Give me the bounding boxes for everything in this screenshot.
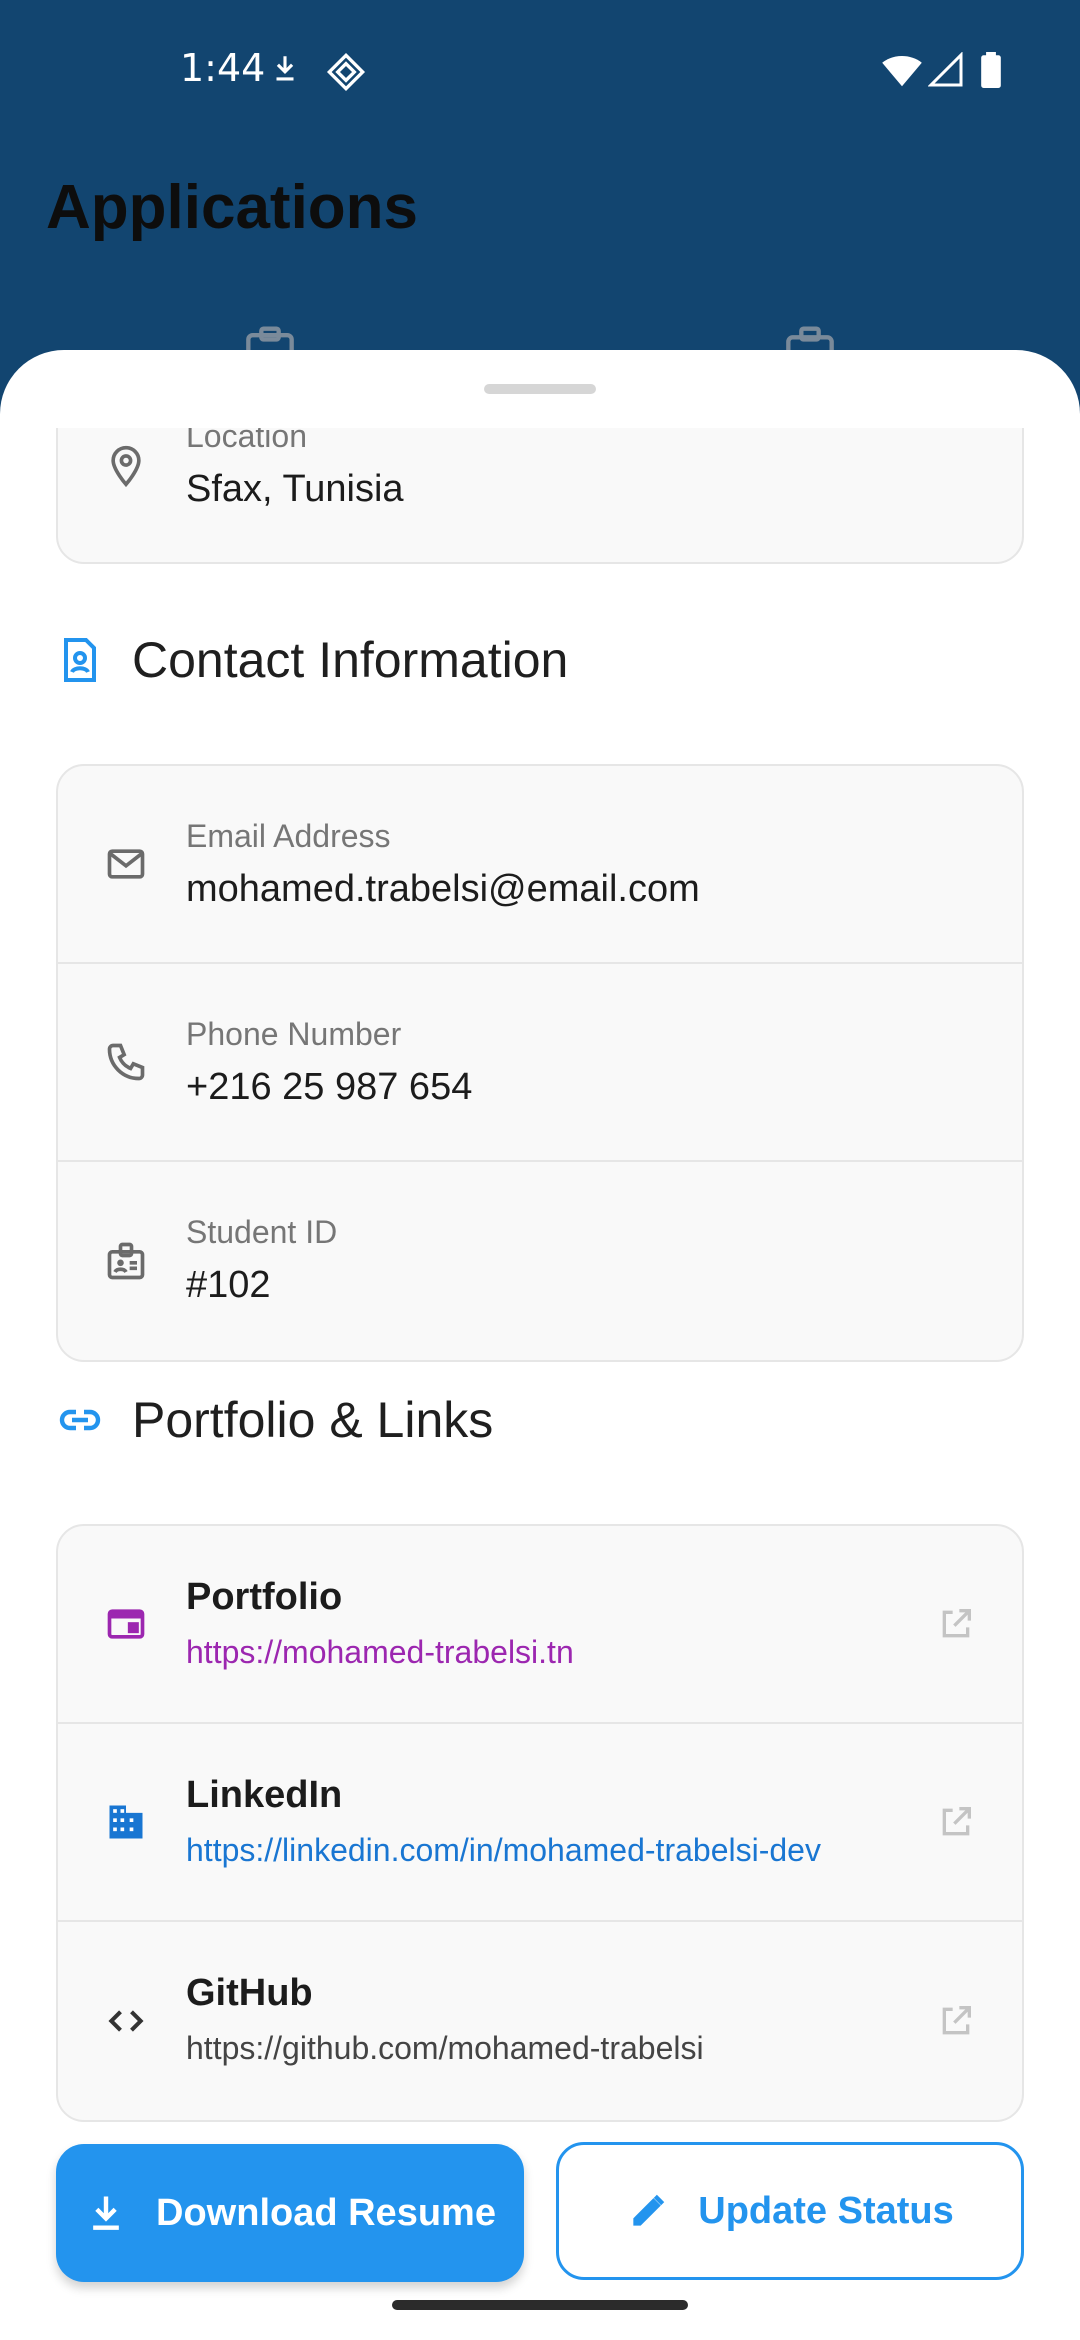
link-url[interactable]: https://mohamed-trabelsi.tn xyxy=(186,1634,574,1671)
link-title: LinkedIn xyxy=(186,1774,343,1816)
email-value: mohamed.trabelsi@email.com xyxy=(186,868,700,910)
contact-card: Email Address mohamed.trabelsi@email.com… xyxy=(56,764,1024,1362)
phone-row[interactable]: Phone Number +216 25 987 654 xyxy=(58,964,1022,1162)
download-icon xyxy=(84,2191,128,2235)
location-pin-icon xyxy=(104,444,148,488)
phone-value: +216 25 987 654 xyxy=(186,1066,473,1108)
web-icon xyxy=(104,1602,148,1646)
gesture-navigation-bar[interactable] xyxy=(392,2300,688,2310)
battery-icon xyxy=(980,52,1002,88)
download-resume-button[interactable]: Download Resume xyxy=(56,2144,524,2282)
contact-section-header: Contact Information xyxy=(56,628,568,692)
badge-icon xyxy=(104,1239,148,1283)
link-title: GitHub xyxy=(186,1972,313,2014)
edit-icon xyxy=(626,2189,670,2233)
link-url[interactable]: https://github.com/mohamed-trabelsi xyxy=(186,2030,704,2067)
links-card: Portfolio https://mohamed-trabelsi.tn Li… xyxy=(56,1524,1024,2122)
app-notification-icon xyxy=(326,52,366,92)
location-row: Location Sfax, Tunisia xyxy=(58,428,1022,562)
student-id-value: #102 xyxy=(186,1264,271,1306)
link-url[interactable]: https://linkedin.com/in/mohamed-trabelsi… xyxy=(186,1832,821,1869)
code-icon xyxy=(104,1999,148,2043)
links-section-header: Portfolio & Links xyxy=(56,1388,493,1452)
drag-handle[interactable] xyxy=(484,384,596,394)
link-row-github[interactable]: GitHub https://github.com/mohamed-trabel… xyxy=(58,1922,1022,2120)
phone-icon xyxy=(104,1040,148,1084)
links-section-title: Portfolio & Links xyxy=(132,1392,494,1448)
open-in-new-icon[interactable] xyxy=(936,1802,976,1842)
location-card: Location Sfax, Tunisia xyxy=(56,428,1024,564)
location-label: Location xyxy=(186,428,307,454)
page-title: Applications xyxy=(46,173,419,242)
email-row[interactable]: Email Address mohamed.trabelsi@email.com xyxy=(58,766,1022,964)
link-row-linkedin[interactable]: LinkedIn https://linkedin.com/in/mohamed… xyxy=(58,1724,1022,1922)
open-in-new-icon[interactable] xyxy=(936,1604,976,1644)
mail-icon xyxy=(104,842,148,886)
open-in-new-icon[interactable] xyxy=(936,2001,976,2041)
signal-icon xyxy=(928,52,964,88)
contact-card-icon xyxy=(56,636,104,684)
location-value: Sfax, Tunisia xyxy=(186,468,404,510)
applicant-details-sheet: Location Sfax, Tunisia Contact Informati… xyxy=(0,350,1080,2340)
student-id-label: Student ID xyxy=(186,1214,338,1250)
link-title: Portfolio xyxy=(186,1576,343,1618)
student-id-row: Student ID #102 xyxy=(58,1162,1022,1360)
status-time: 1:44 xyxy=(180,46,266,90)
sheet-scroll-content[interactable]: Location Sfax, Tunisia Contact Informati… xyxy=(0,428,1080,2340)
download-resume-label: Download Resume xyxy=(156,2191,496,2234)
email-label: Email Address xyxy=(186,818,391,854)
update-status-label: Update Status xyxy=(698,2189,954,2232)
update-status-button[interactable]: Update Status xyxy=(556,2142,1024,2280)
contact-section-title: Contact Information xyxy=(132,632,569,688)
status-bar: 1:44 xyxy=(0,0,1080,140)
link-icon xyxy=(56,1396,104,1444)
phone-label: Phone Number xyxy=(186,1016,402,1052)
wifi-icon xyxy=(880,52,924,88)
download-status-icon xyxy=(268,52,302,86)
link-row-portfolio[interactable]: Portfolio https://mohamed-trabelsi.tn xyxy=(58,1526,1022,1724)
business-icon xyxy=(104,1800,148,1844)
